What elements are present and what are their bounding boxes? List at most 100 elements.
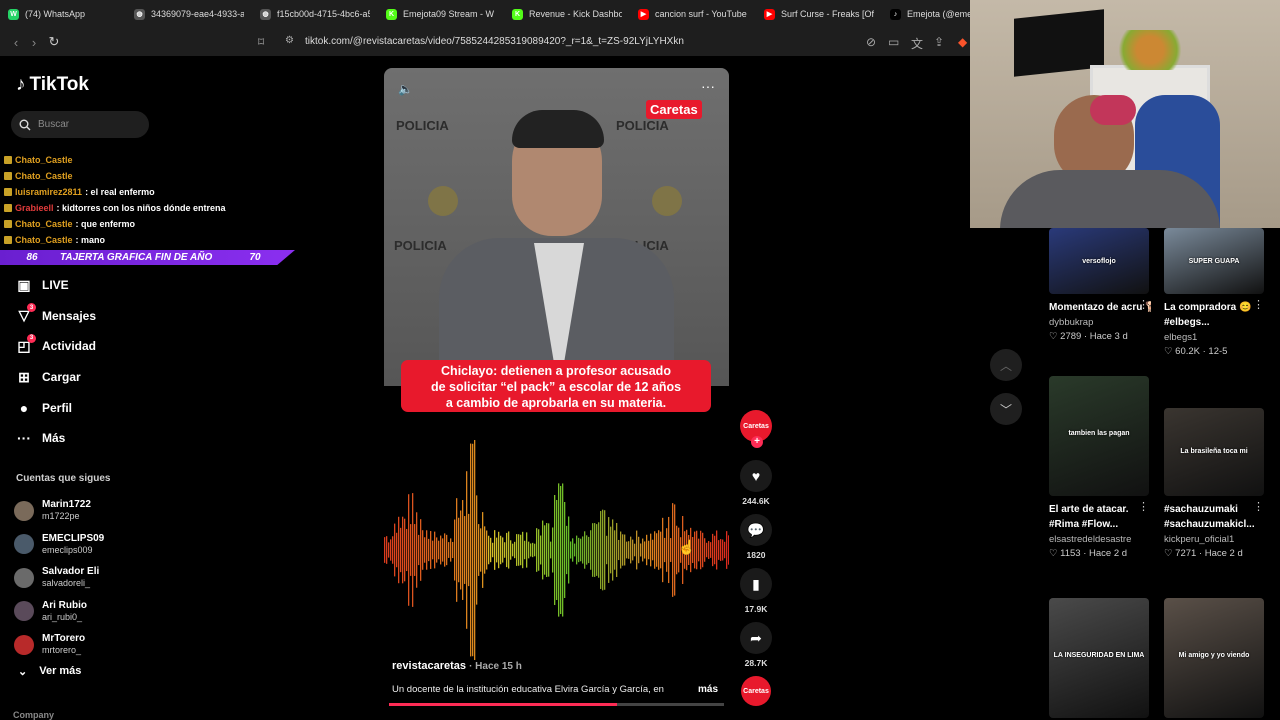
browser-tab[interactable]: K Emejota09 Stream - W <box>378 0 504 28</box>
forward-icon[interactable]: › <box>24 35 44 50</box>
waveform-bar <box>656 533 658 567</box>
next-video-button[interactable]: ﹀ <box>990 393 1022 425</box>
video-thumbnail[interactable]: Mi amigo y yo viendo <box>1164 598 1264 718</box>
waveform-bar <box>488 535 490 565</box>
video-title[interactable]: Momentazo de acru 🐕 <box>1049 300 1151 315</box>
waveform-bar <box>596 524 598 576</box>
see-more-button[interactable]: ⌄ Ver más <box>18 665 81 678</box>
following-account[interactable]: Marin1722 m1722pe <box>14 494 104 528</box>
waveform-bar <box>408 494 410 606</box>
recommended-video-card[interactable]: La brasileña toca mi #sachauzumaki #sachau… <box>1164 408 1266 559</box>
chat-badge-icon <box>4 172 12 180</box>
back-icon[interactable]: ‹ <box>6 35 26 50</box>
browser-tab[interactable]: K Revenue - Kick Dashboard <box>504 0 630 28</box>
browser-tab[interactable]: ▶ cancion surf - YouTube <box>630 0 756 28</box>
card-options-icon[interactable]: ⋮ <box>1253 298 1264 311</box>
volume-icon[interactable]: 🔈 <box>398 82 413 96</box>
video-player[interactable]: POLICIA POLICIA POLICIA POLICIA 🔈 ··· Ca… <box>384 68 729 708</box>
following-title: Cuentas que sigues <box>16 473 111 484</box>
video-thumbnail[interactable]: SUPER GUAPA <box>1164 228 1264 294</box>
waveform-bar <box>526 532 528 568</box>
account-name: EMECLIPS09 <box>42 532 105 544</box>
video-author[interactable]: elbegs1 <box>1164 332 1266 343</box>
sidebar-item-cargar[interactable]: ⊞ Cargar <box>16 362 96 393</box>
video-title[interactable]: #sachauzumaki #sachauzumakicl... <box>1164 502 1266 532</box>
sidebar-item-perfil[interactable]: ● Perfil <box>16 392 96 423</box>
browser-tab[interactable]: ▶ Surf Curse - Freaks [Officia <box>756 0 882 28</box>
waveform-bar <box>418 534 420 566</box>
search-input[interactable]: Buscar <box>11 111 149 138</box>
video-options-icon[interactable]: ··· <box>701 78 715 94</box>
tiktok-logo[interactable]: ♪ TikTok <box>16 74 89 96</box>
translate-icon[interactable]: 文 <box>911 35 923 52</box>
share-icon[interactable]: ➦ <box>740 622 772 654</box>
card-options-icon[interactable]: ⋮ <box>1138 500 1149 513</box>
account-handle: ari_rubi0_ <box>42 611 83 622</box>
sound-disc[interactable]: Caretas <box>738 676 774 706</box>
streamer-hair <box>1090 95 1136 125</box>
recommended-video-card[interactable]: versoflojo Momentazo de acru 🐕 ⋮ dybbukrap ♡… <box>1049 228 1151 342</box>
video-author[interactable]: revistacaretas · Hace 15 h <box>392 660 522 672</box>
card-options-icon[interactable]: ⋮ <box>1138 298 1149 311</box>
bookmark-page-icon[interactable]: ⌑ <box>258 35 264 49</box>
waveform-bar <box>516 534 518 566</box>
video-thumbnail[interactable]: tambien las pagan <box>1049 376 1149 496</box>
waveform-bar <box>392 536 394 564</box>
video-progress-bar[interactable] <box>389 703 724 706</box>
video-author[interactable]: dybbukrap <box>1049 317 1151 328</box>
bookmark-icon[interactable]: ▮ <box>740 568 772 600</box>
share-button[interactable]: ➦ 28.7K <box>738 622 774 668</box>
previous-video-button[interactable]: ︿ <box>990 349 1022 381</box>
sidebar-item-actividad[interactable]: ◰ 3 Actividad <box>16 331 96 362</box>
waveform-bar <box>486 530 488 570</box>
following-account[interactable]: Ari Rubio ari_rubi0_ <box>14 595 104 629</box>
video-author[interactable]: elsastredeldesastre <box>1049 534 1151 545</box>
following-account[interactable]: MrTorero mrtorero_ <box>14 628 104 662</box>
recommended-video-card[interactable]: SUPER GUAPA La compradora 😊 #elbegs... ⋮ elb… <box>1164 228 1266 357</box>
video-title[interactable]: La compradora 😊 #elbegs... <box>1164 300 1266 330</box>
cast-icon[interactable]: ▭ <box>888 35 899 49</box>
waveform-bar <box>584 531 586 569</box>
card-options-icon[interactable]: ⋮ <box>1253 500 1264 513</box>
follow-plus-icon[interactable]: + <box>751 436 763 448</box>
sidebar-item-live[interactable]: ▣ LIVE <box>16 270 96 301</box>
search-icon <box>19 119 31 130</box>
video-thumbnail[interactable]: LA INSEGURIDAD EN LIMA <box>1049 598 1149 718</box>
waveform-bar <box>674 504 676 596</box>
following-account[interactable]: EMECLIPS09 emeclips009 <box>14 528 104 562</box>
reload-icon[interactable]: ↻ <box>44 34 64 50</box>
following-account[interactable]: Salvador Eli salvadoreli_ <box>14 561 104 595</box>
share-page-icon[interactable]: ⇪ <box>934 35 944 49</box>
person-hair <box>512 110 604 148</box>
brave-shield-icon[interactable]: ◆ <box>958 35 967 49</box>
browser-tab[interactable]: W (74) WhatsApp <box>0 0 126 28</box>
company-link[interactable]: Company <box>13 710 54 720</box>
author-name[interactable]: revistacaretas <box>392 660 466 672</box>
browser-tab[interactable]: ◍ f15cb00d-4715-4bc6-a58 <box>252 0 378 28</box>
author-avatar-button[interactable]: Caretas + <box>738 410 774 448</box>
browser-tab[interactable]: ◍ 34369079-eae4-4933-add <box>126 0 252 28</box>
sidebar-item-ms[interactable]: ··· Más <box>16 423 96 454</box>
description-more-button[interactable]: más <box>698 684 718 695</box>
waveform-bar <box>454 519 456 581</box>
like-button[interactable]: ♥ 244.6K <box>738 460 774 506</box>
recommended-video-card[interactable]: Mi amigo y yo viendo <box>1164 598 1266 718</box>
url-text[interactable]: tiktok.com/@revistacaretas/video/7585244… <box>305 36 684 47</box>
recommended-video-card[interactable]: tambien las pagan El arte de atacar. #Rima… <box>1049 376 1151 559</box>
site-info-icon[interactable]: ⚙ <box>285 35 294 46</box>
waveform-bar <box>444 533 446 567</box>
comment-button[interactable]: 💬 1820 <box>738 514 774 560</box>
comment-icon[interactable]: 💬 <box>740 514 772 546</box>
video-title[interactable]: El arte de atacar. #Rima #Flow... <box>1049 502 1151 532</box>
video-thumbnail[interactable]: La brasileña toca mi <box>1164 408 1264 496</box>
sidebar-item-mensajes[interactable]: ▽ 3 Mensajes <box>16 301 96 332</box>
mute-tab-icon[interactable]: ⊘ <box>866 35 876 49</box>
video-thumbnail[interactable]: versoflojo <box>1049 228 1149 294</box>
waveform-bar <box>666 528 668 572</box>
heart-icon[interactable]: ♥ <box>740 460 772 492</box>
video-author[interactable]: kickperu_oficial1 <box>1164 534 1266 545</box>
recommended-video-card[interactable]: LA INSEGURIDAD EN LIMA <box>1049 598 1151 718</box>
author-avatar[interactable]: Caretas + <box>740 410 772 448</box>
save-button[interactable]: ▮ 17.9K <box>738 568 774 614</box>
account-text: Ari Rubio ari_rubi0_ <box>42 600 87 623</box>
